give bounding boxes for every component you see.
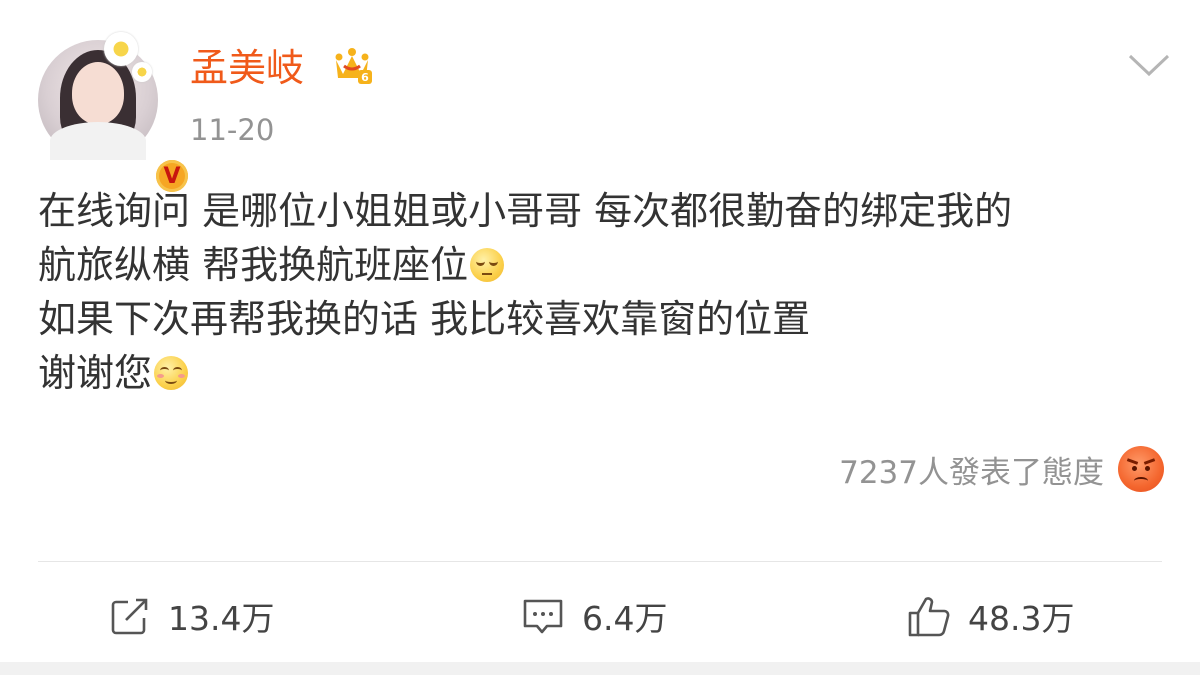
like-count: 48.3万	[968, 599, 1075, 638]
reaction-summary[interactable]: 7237人發表了態度	[839, 446, 1164, 492]
avatar-body	[50, 122, 146, 160]
angry-emoji	[1118, 446, 1164, 492]
post-line: 谢谢您	[38, 346, 1168, 400]
repost-icon	[111, 598, 148, 635]
post-line: 航旅纵横 帮我换航班座位	[38, 238, 1168, 292]
repost-button[interactable]: 13.4万	[108, 584, 274, 648]
avatar[interactable]: V	[38, 32, 192, 196]
chevron-down-icon[interactable]	[1126, 50, 1172, 80]
action-bar: 13.4万 6.4万 48.3万	[0, 584, 1200, 648]
comment-count: 6.4万	[582, 599, 668, 638]
bottom-separator	[0, 662, 1200, 675]
thumbs-up-icon	[908, 597, 950, 637]
divider	[38, 561, 1162, 562]
post-line: 如果下次再帮我换的话 我比较喜欢靠窗的位置	[38, 297, 811, 341]
post-timestamp: 11-20	[190, 113, 275, 147]
post-content: 在线询问 是哪位小姐姐或小哥哥 每次都很勤奋的绑定我的 航旅纵横 帮我换航班座位…	[38, 184, 1168, 400]
svg-text:6: 6	[361, 71, 369, 84]
like-button[interactable]: 48.3万	[906, 584, 1074, 648]
avatar-face	[72, 62, 124, 124]
repost-count: 13.4万	[168, 599, 275, 638]
flower-icon	[104, 32, 138, 66]
comment-button[interactable]: 6.4万	[520, 584, 667, 648]
comment-icon	[523, 599, 563, 634]
username[interactable]: 孟美岐	[190, 44, 304, 92]
roll-eyes-emoji	[470, 248, 505, 282]
post-line: 在线询问 是哪位小姐姐或小哥哥 每次都很勤奋的绑定我的	[38, 189, 1013, 233]
smile-emoji	[154, 356, 189, 390]
reaction-count-text: 7237人發表了態度	[839, 454, 1104, 491]
crown-vip-icon: 6	[335, 48, 372, 84]
flower-icon	[132, 62, 152, 82]
